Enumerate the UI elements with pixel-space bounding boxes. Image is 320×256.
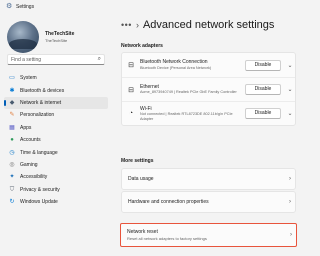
wifi-icon: ◆ [9,99,15,106]
accessibility-icon: ✦ [9,174,15,181]
network-reset-label: Network reset [127,229,158,235]
settings-app-icon: ⚙ [6,3,13,10]
hardware-properties-row[interactable]: Hardware and connection properties › [122,192,295,212]
sidebar-item-label: Time & language [20,149,58,156]
search-icon[interactable]: ⌕ [98,56,101,63]
network-reset-desc: Reset all network adapters to factory se… [127,236,207,241]
disable-button[interactable]: Disable [245,108,281,119]
hardware-properties-card[interactable]: Hardware and connection properties › [121,191,296,213]
adapter-row-ethernet[interactable]: ⊟ Ethernet Acme_8973940749 | Realtek PCI… [122,77,295,101]
avatar[interactable] [7,21,39,53]
breadcrumb: ••• › Advanced network settings [121,19,274,31]
sidebar-item-label: Personalization [20,112,55,119]
sidebar-item-time-language[interactable]: ◷ Time & language [4,146,108,158]
data-usage-card[interactable]: Data usage › [121,168,296,190]
page-title: Advanced network settings [142,19,275,31]
adapter-desc: Bluetooth Device (Personal Area Network) [140,65,212,70]
sidebar-item-windows-update[interactable]: ↻ Windows Update [4,196,108,208]
sidebar-item-label: Gaming [20,161,38,168]
disable-button[interactable]: Disable [245,59,281,71]
sidebar-item-gaming[interactable]: ◎ Gaming [4,159,108,171]
breadcrumb-separator: › [135,20,139,30]
adapter-desc: Acme_8973940749 | Realtek PCIe GbE Famil… [140,90,237,95]
monitor-icon: ▭ [9,75,15,82]
chevron-down-icon[interactable]: ⌄ [285,62,295,69]
search-input[interactable] [11,56,98,63]
network-adapters-card: ⊟ Bluetooth Network Connection Bluetooth… [121,52,296,126]
sidebar-item-label: Apps [20,124,32,131]
network-reset-row[interactable]: Network reset Reset all network adapters… [121,224,296,246]
adapter-row-wifi[interactable]: ◔ Wi-Fi Not connected | Realtek RTL8723D… [122,101,295,125]
ethernet-icon: ⊟ [128,86,134,94]
sidebar-item-accounts[interactable]: ● Accounts [4,134,108,146]
adapter-name: Wi-Fi [140,105,152,112]
main-content: ••• › Advanced network settings Network … [113,14,300,256]
window-title: Settings [16,4,35,10]
sidebar-item-label: Accounts [20,137,41,144]
sidebar-item-label: Accessibility [20,174,48,181]
sidebar-item-accessibility[interactable]: ✦ Accessibility [4,171,108,183]
sidebar-item-label: System [20,75,37,82]
disable-button[interactable]: Disable [245,84,281,95]
sidebar-item-label: Windows Update [20,199,58,206]
user-profile[interactable]: TheTechSite TheTechSite [7,21,74,53]
sidebar-item-network[interactable]: ◆ Network & internet [4,96,108,110]
row-label: Data usage [128,176,154,182]
apps-icon: ▦ [9,124,15,131]
sidebar-item-bluetooth[interactable]: ✱ Bluetooth & devices [4,84,108,96]
data-usage-row[interactable]: Data usage › [122,169,295,189]
profile-name: TheTechSite [45,31,75,37]
sidebar-nav: ▭ System ✱ Bluetooth & devices ◆ Network… [4,72,108,208]
controller-icon: ◎ [9,161,15,168]
wifi-icon: ◔ [128,110,134,117]
sidebar-item-apps[interactable]: ▦ Apps [4,122,108,134]
breadcrumb-more-button[interactable]: ••• [121,20,132,30]
title-bar: ⚙ Settings [0,0,300,14]
chevron-right-icon: › [289,176,291,182]
profile-email: TheTechSite [45,38,68,43]
chevron-right-icon: › [290,232,292,238]
update-icon: ↻ [9,199,15,206]
adapter-row-bluetooth[interactable]: ⊟ Bluetooth Network Connection Bluetooth… [122,53,295,77]
adapter-name: Bluetooth Network Connection [140,59,208,66]
brush-icon: ✎ [9,112,15,119]
network-reset-card[interactable]: Network reset Reset all network adapters… [120,223,297,247]
search-box[interactable]: ⌕ [7,54,105,65]
globe-clock-icon: ◷ [9,149,15,156]
bluetooth-icon: ✱ [9,87,15,94]
chevron-down-icon[interactable]: ⌄ [285,110,295,117]
sidebar-item-privacy[interactable]: ⛉ Privacy & security [4,184,108,196]
adapter-name: Ethernet [140,83,159,90]
network-adapters-heading: Network adapters [121,43,163,49]
row-label: Hardware and connection properties [128,199,209,205]
chevron-down-icon[interactable]: ⌄ [285,86,295,93]
sidebar-item-label: Privacy & security [20,186,60,193]
sidebar-item-label: Bluetooth & devices [20,87,65,94]
adapter-desc: Not connected | Realtek RTL8723DE 802.11… [140,112,233,121]
sidebar-item-label: Network & internet [20,99,62,106]
more-settings-heading: More settings [121,158,154,164]
person-icon: ● [10,137,14,144]
network-adapter-icon: ⊟ [128,62,134,69]
shield-icon: ⛉ [9,186,15,193]
sidebar-item-system[interactable]: ▭ System [4,72,108,84]
chevron-right-icon: › [289,199,291,205]
sidebar: TheTechSite TheTechSite ⌕ ▭ System ✱ Blu… [0,14,113,256]
sidebar-item-personalization[interactable]: ✎ Personalization [4,109,108,121]
